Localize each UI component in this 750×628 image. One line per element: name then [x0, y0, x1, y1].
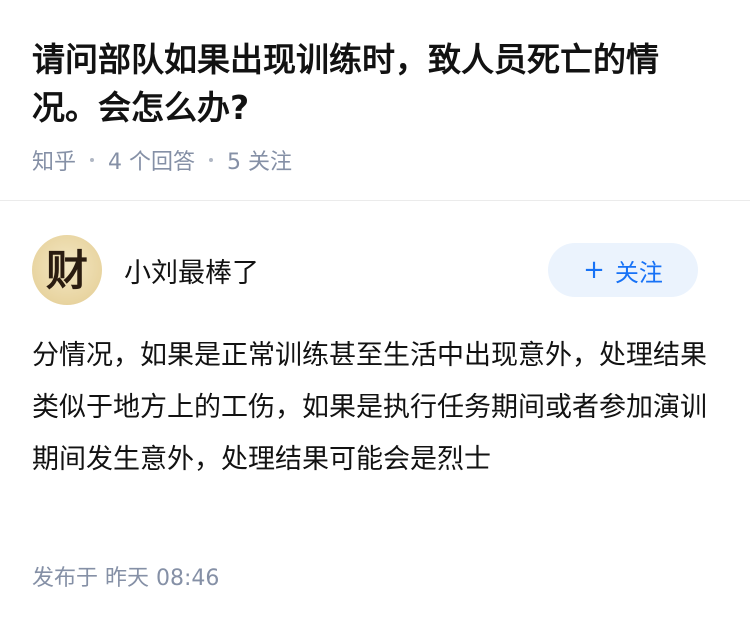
avatar-glyph: 财	[46, 246, 88, 295]
question-header: 请问部队如果出现训练时，致人员死亡的情况。会怎么办? 知乎 4 个回答 5 关注	[32, 36, 722, 176]
follow-label: 关注	[614, 258, 663, 287]
posted-label: 发布于	[32, 566, 99, 591]
avatar[interactable]: 财	[32, 235, 102, 305]
divider	[0, 200, 750, 201]
separator-dot	[209, 158, 214, 162]
post-time: 发布于 昨天 08:46	[32, 560, 219, 592]
follows-count: 5 关注	[227, 150, 293, 175]
calligraphy-avatar-icon: 财	[46, 246, 88, 295]
posted-time: 昨天 08:46	[105, 566, 220, 591]
answer-author-row: 财 小刘最棒了 + 关注	[32, 235, 718, 305]
follow-button[interactable]: + 关注	[548, 243, 698, 297]
plus-icon: +	[583, 255, 605, 285]
question-title[interactable]: 请问部队如果出现训练时，致人员死亡的情况。会怎么办?	[32, 36, 722, 132]
answers-count[interactable]: 4 个回答	[108, 144, 195, 176]
source-label[interactable]: 知乎	[32, 144, 76, 176]
answer-content: 分情况，如果是正常训练甚至生活中出现意外，处理结果类似于地方上的工伤，如果是执行…	[32, 340, 707, 475]
zhihu-question-page: 请问部队如果出现训练时，致人员死亡的情况。会怎么办? 知乎 4 个回答 5 关注…	[0, 0, 750, 628]
author-name[interactable]: 小刘最棒了	[124, 251, 259, 290]
question-meta: 知乎 4 个回答 5 关注	[32, 144, 722, 176]
separator-dot	[90, 158, 95, 162]
